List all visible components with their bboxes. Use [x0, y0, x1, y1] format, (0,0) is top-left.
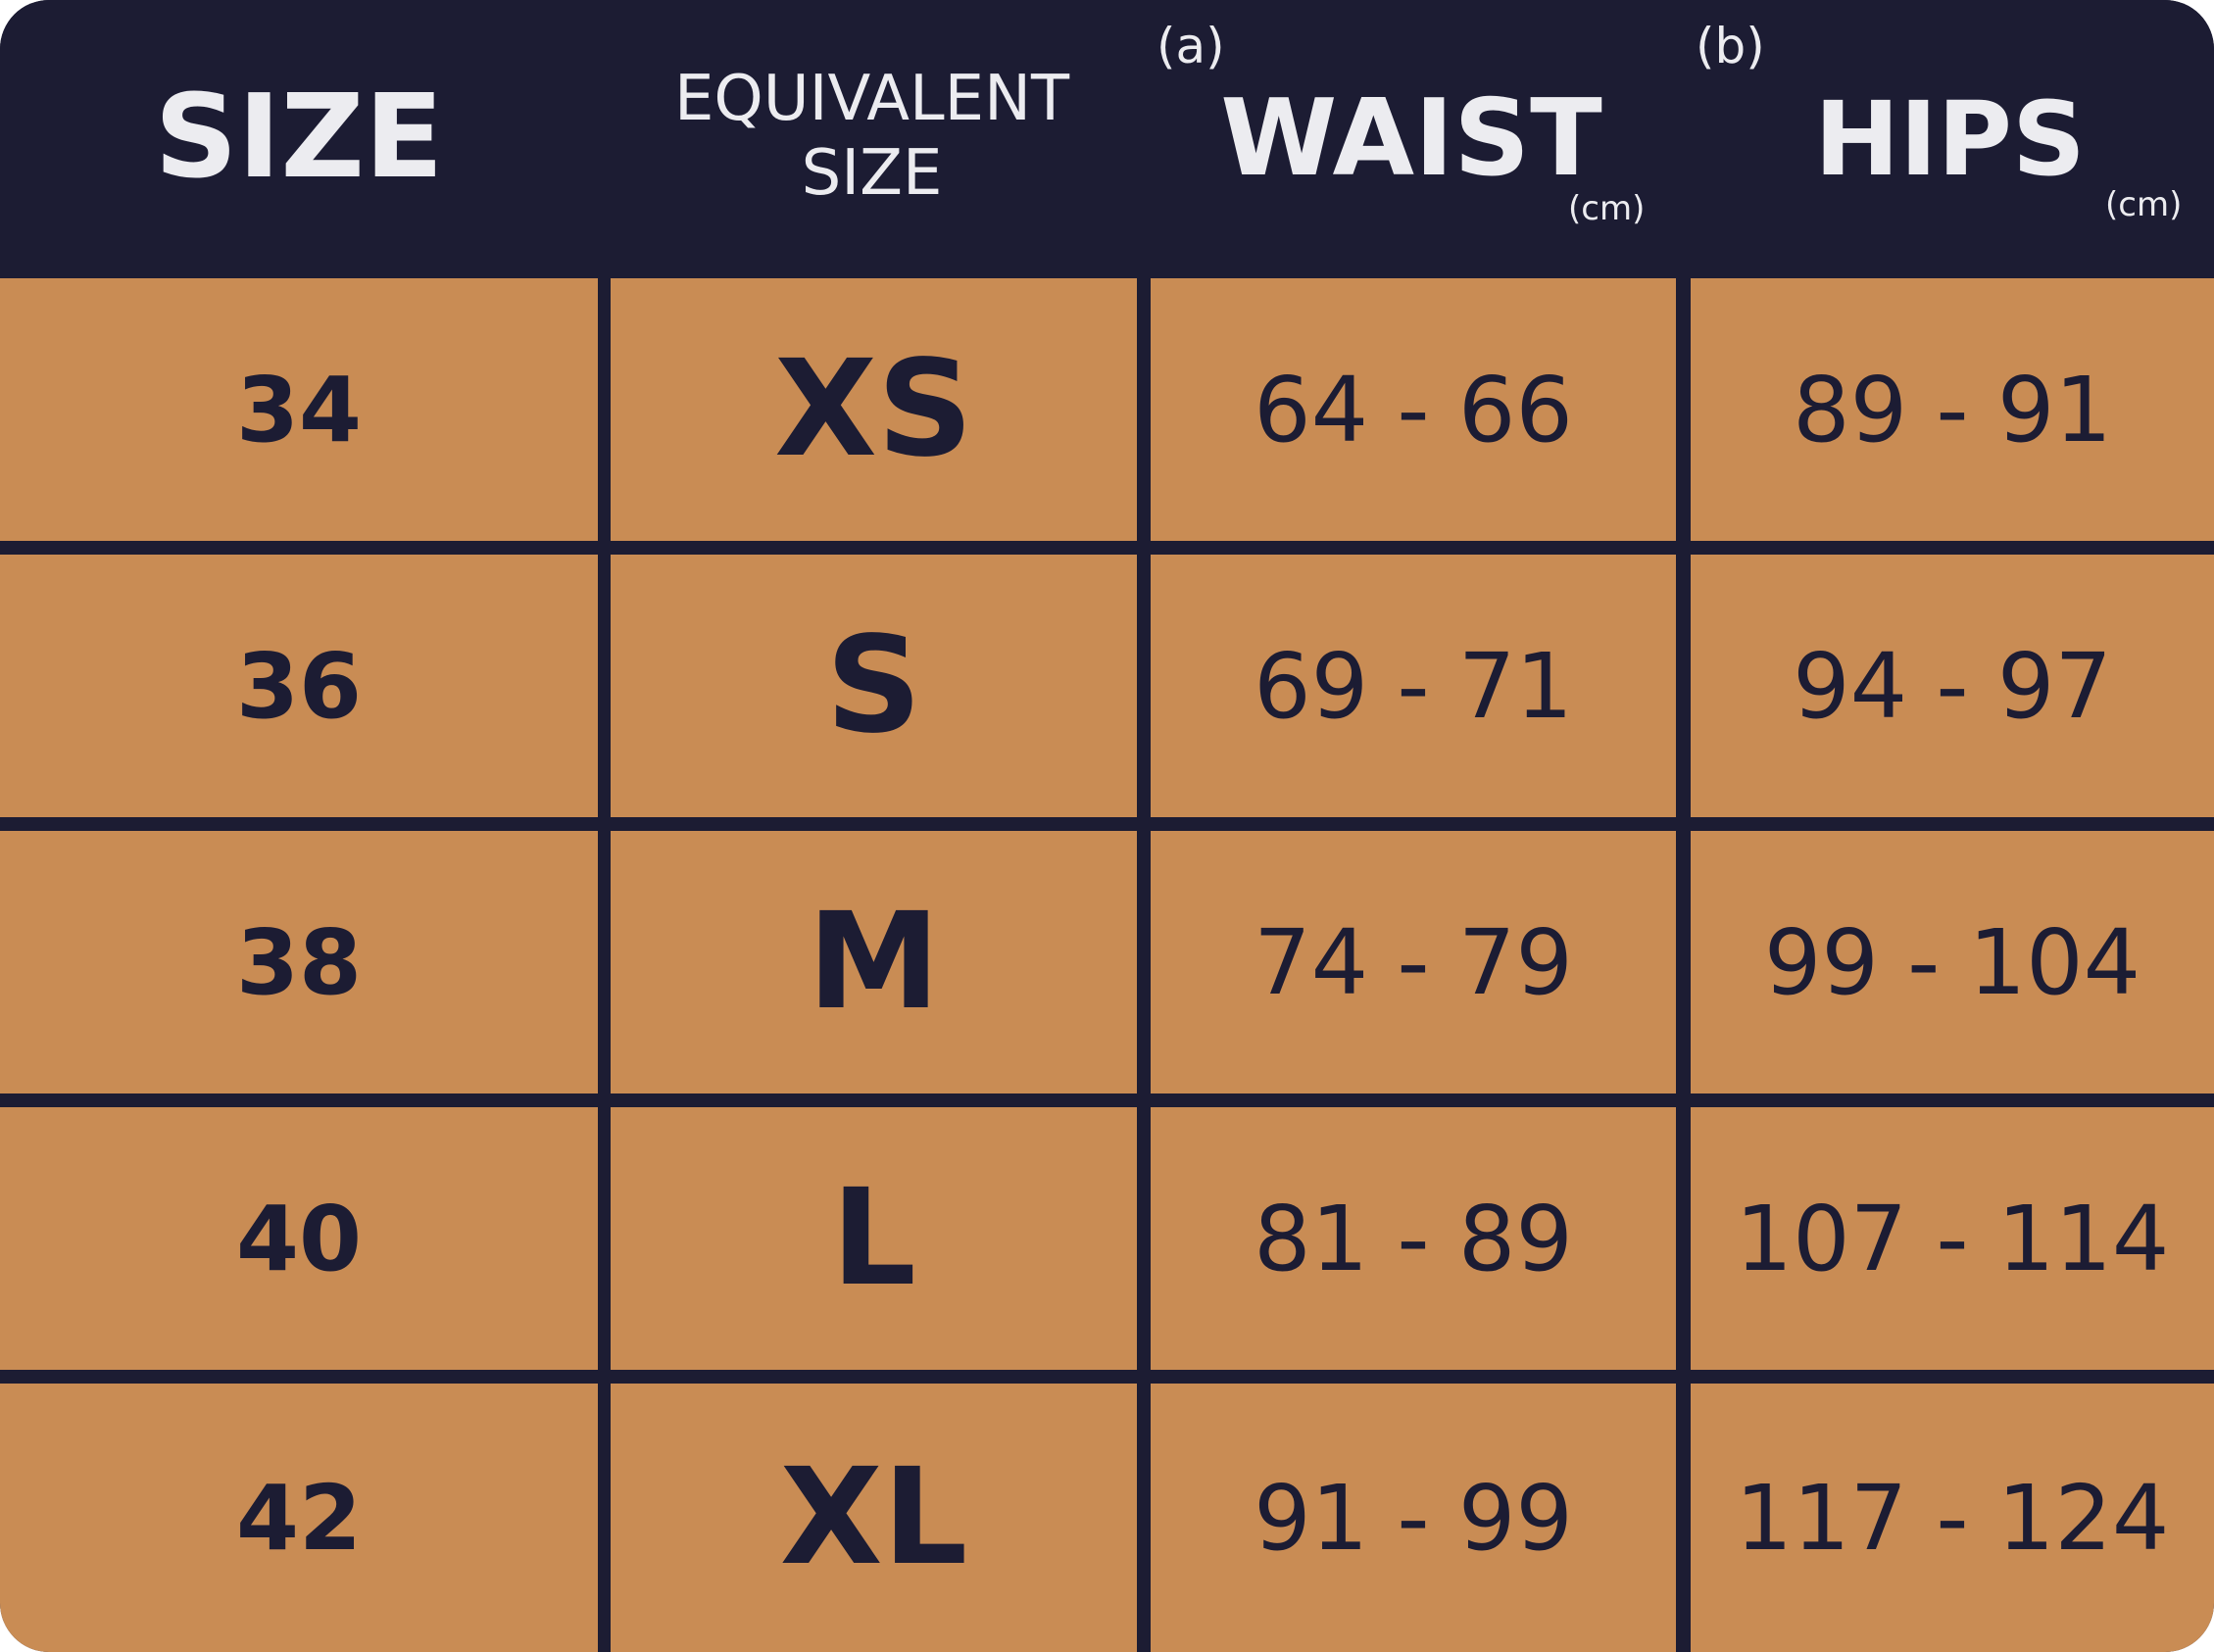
cell-equivalent-size: L [611, 1107, 1137, 1370]
cell-waist: 91 - 99 [1151, 1384, 1676, 1652]
hips-footnote-marker: (b) [1696, 18, 1765, 74]
cell-hips: 94 - 97 [1691, 555, 2214, 817]
cell-size: 36 [0, 555, 598, 817]
header-size: SIZE [154, 69, 444, 204]
cell-equivalent-size: XS [611, 278, 1137, 541]
cell-hips: 117 - 124 [1691, 1384, 2214, 1652]
header-equivalent-line1: EQUIVALENT [673, 63, 1070, 135]
header-equivalent-size: EQUIVALENT SIZE [605, 62, 1139, 211]
cell-hips: 107 - 114 [1691, 1107, 2214, 1370]
cell-size: 40 [0, 1107, 598, 1370]
header-equivalent-line2: SIZE [801, 137, 943, 210]
cell-equivalent-size: XL [611, 1384, 1137, 1652]
cell-equivalent-size: M [611, 831, 1137, 1093]
cell-waist: 81 - 89 [1151, 1107, 1676, 1370]
cell-hips: 99 - 104 [1691, 831, 2214, 1093]
header-waist: WAIST [1220, 77, 1602, 200]
table-header: SIZE EQUIVALENT SIZE (a) WAIST (cm) (b) … [0, 0, 2214, 274]
waist-footnote-marker: (a) [1156, 18, 1225, 74]
cell-hips: 89 - 91 [1691, 278, 2214, 541]
waist-unit: (cm) [1568, 189, 1646, 228]
cell-size: 42 [0, 1384, 598, 1652]
table-body: 34 XS 64 - 66 89 - 91 36 S 69 - 71 94 - … [0, 274, 2214, 1652]
cell-waist: 69 - 71 [1151, 555, 1676, 817]
cell-equivalent-size: S [611, 555, 1137, 817]
hips-unit: (cm) [2105, 185, 2183, 224]
header-hips: HIPS [1814, 79, 2086, 199]
cell-waist: 64 - 66 [1151, 278, 1676, 541]
cell-waist: 74 - 79 [1151, 831, 1676, 1093]
size-chart: SIZE EQUIVALENT SIZE (a) WAIST (cm) (b) … [0, 0, 2214, 1652]
cell-size: 34 [0, 278, 598, 541]
cell-size: 38 [0, 831, 598, 1093]
